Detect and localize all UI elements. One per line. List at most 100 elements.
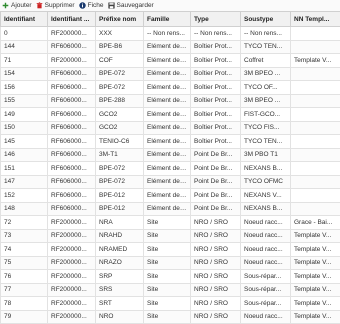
- cell-type[interactable]: Boîtier Prot...: [191, 135, 241, 149]
- cell-famille[interactable]: Elément de ...: [144, 202, 191, 216]
- cell-prefixe-nom[interactable]: GCO2: [96, 121, 144, 135]
- cell-famille[interactable]: Elément de ...: [144, 54, 191, 68]
- cell-nn-template[interactable]: [291, 67, 340, 81]
- cell-nn-template[interactable]: [291, 189, 340, 203]
- cell-nn-template[interactable]: Grace - Bai...: [291, 216, 340, 230]
- cell-nn-template[interactable]: Template V...: [291, 270, 340, 284]
- cell-type[interactable]: NRO / SRO: [191, 270, 241, 284]
- cell-type[interactable]: Boîtier Prot...: [191, 94, 241, 108]
- cell-type[interactable]: Point De Br...: [191, 148, 241, 162]
- cell-identifiant-2[interactable]: RF606000...: [48, 162, 96, 176]
- cell-identifiant[interactable]: 73: [1, 229, 48, 243]
- cell-soustype[interactable]: NEXANS B...: [241, 162, 291, 176]
- cell-identifiant[interactable]: 76: [1, 270, 48, 284]
- table-row[interactable]: 151RF606000...BPE-072Elément de ...Point…: [1, 162, 340, 176]
- cell-prefixe-nom[interactable]: COF: [96, 54, 144, 68]
- cell-identifiant-2[interactable]: RF606000...: [48, 135, 96, 149]
- cell-famille[interactable]: Elément de ...: [144, 175, 191, 189]
- cell-prefixe-nom[interactable]: XXX: [96, 27, 144, 41]
- cell-soustype[interactable]: 3M BPEO ...: [241, 67, 291, 81]
- table-row[interactable]: 0RF200000...XXX -- Non rens...-- Non rens…: [1, 27, 340, 41]
- cell-nn-template[interactable]: [291, 121, 340, 135]
- cell-type[interactable]: Boîtier Prot...: [191, 54, 241, 68]
- cell-identifiant[interactable]: 72: [1, 216, 48, 230]
- column-header-famille[interactable]: Famille: [144, 12, 191, 27]
- cell-identifiant[interactable]: 0: [1, 27, 48, 41]
- cell-nn-template[interactable]: [291, 202, 340, 216]
- cell-identifiant[interactable]: 146: [1, 148, 48, 162]
- cell-type[interactable]: Boîtier Prot...: [191, 67, 241, 81]
- cell-identifiant[interactable]: 155: [1, 94, 48, 108]
- cell-soustype[interactable]: Noeud racc...: [241, 256, 291, 270]
- cell-famille[interactable]: Elément de ...: [144, 148, 191, 162]
- cell-prefixe-nom[interactable]: NRA: [96, 216, 144, 230]
- cell-identifiant-2[interactable]: RF200000...: [48, 243, 96, 257]
- cell-identifiant-2[interactable]: RF200000...: [48, 27, 96, 41]
- cell-famille[interactable]: Elément de ...: [144, 81, 191, 95]
- cell-soustype[interactable]: 3M PBO T1: [241, 148, 291, 162]
- save-button[interactable]: Sauvegarder: [108, 2, 154, 9]
- table-row[interactable]: 71RF200000...COFElément de ...Boîtier Pr…: [1, 54, 340, 68]
- cell-identifiant-2[interactable]: RF200000...: [48, 270, 96, 284]
- cell-soustype[interactable]: TYCO TEN...: [241, 40, 291, 54]
- cell-nn-template[interactable]: [291, 108, 340, 122]
- cell-prefixe-nom[interactable]: 3M-T1: [96, 148, 144, 162]
- add-button[interactable]: Ajouter: [2, 2, 32, 9]
- cell-famille[interactable]: Site: [144, 283, 191, 297]
- table-row[interactable]: 145RF606000...TENIO-C6Elément de ...Boît…: [1, 135, 340, 149]
- cell-identifiant-2[interactable]: RF606000...: [48, 81, 96, 95]
- cell-type[interactable]: Point De Br...: [191, 202, 241, 216]
- cell-famille[interactable]: Site: [144, 310, 191, 324]
- cell-soustype[interactable]: TYCO FIS...: [241, 121, 291, 135]
- cell-nn-template[interactable]: Template V...: [291, 256, 340, 270]
- cell-prefixe-nom[interactable]: BPE-072: [96, 67, 144, 81]
- delete-button[interactable]: Supprimer: [36, 2, 75, 9]
- cell-type[interactable]: -- Non rens...: [191, 27, 241, 41]
- cell-type[interactable]: Point De Br...: [191, 162, 241, 176]
- cell-nn-template[interactable]: [291, 175, 340, 189]
- cell-soustype[interactable]: Noeud racc...: [241, 243, 291, 257]
- column-header-type[interactable]: Type: [191, 12, 241, 27]
- table-row[interactable]: 144RF606000...BPE-B6Elément de ...Boîtie…: [1, 40, 340, 54]
- cell-soustype[interactable]: TYCO OFMC: [241, 175, 291, 189]
- cell-identifiant[interactable]: 147: [1, 175, 48, 189]
- column-header-prefixe-nom[interactable]: Préfixe nom: [96, 12, 144, 27]
- cell-type[interactable]: NRO / SRO: [191, 243, 241, 257]
- cell-identifiant[interactable]: 71: [1, 54, 48, 68]
- table-row[interactable]: 148RF606000...BPE-012Elément de ...Point…: [1, 202, 340, 216]
- cell-soustype[interactable]: TYCO OF...: [241, 81, 291, 95]
- cell-type[interactable]: NRO / SRO: [191, 256, 241, 270]
- cell-identifiant-2[interactable]: RF606000...: [48, 121, 96, 135]
- cell-identifiant-2[interactable]: RF200000...: [48, 310, 96, 324]
- cell-identifiant[interactable]: 152: [1, 189, 48, 203]
- cell-identifiant[interactable]: 145: [1, 135, 48, 149]
- cell-prefixe-nom[interactable]: BPE-012: [96, 189, 144, 203]
- cell-identifiant[interactable]: 154: [1, 67, 48, 81]
- cell-famille[interactable]: Site: [144, 216, 191, 230]
- cell-type[interactable]: Boîtier Prot...: [191, 40, 241, 54]
- cell-famille[interactable]: Elément de ...: [144, 94, 191, 108]
- cell-identifiant[interactable]: 144: [1, 40, 48, 54]
- cell-identifiant[interactable]: 77: [1, 283, 48, 297]
- cell-identifiant-2[interactable]: RF200000...: [48, 54, 96, 68]
- cell-identifiant-2[interactable]: RF200000...: [48, 229, 96, 243]
- cell-prefixe-nom[interactable]: GCO2: [96, 108, 144, 122]
- cell-soustype[interactable]: 3M BPEO ...: [241, 94, 291, 108]
- cell-soustype[interactable]: NEXANS B...: [241, 202, 291, 216]
- cell-identifiant-2[interactable]: RF606000...: [48, 148, 96, 162]
- cell-identifiant-2[interactable]: RF606000...: [48, 175, 96, 189]
- cell-soustype[interactable]: Noeud racc...: [241, 229, 291, 243]
- cell-type[interactable]: NRO / SRO: [191, 229, 241, 243]
- cell-soustype[interactable]: Sous-répar...: [241, 283, 291, 297]
- table-row[interactable]: 155RF606000...BPE-288Elément de ...Boîti…: [1, 94, 340, 108]
- cell-prefixe-nom[interactable]: BPE-B6: [96, 40, 144, 54]
- cell-soustype[interactable]: -- Non rens...: [241, 27, 291, 41]
- cell-famille[interactable]: Site: [144, 256, 191, 270]
- table-row[interactable]: 77RF200000...SRSSiteNRO / SROSous-répar.…: [1, 283, 340, 297]
- table-row[interactable]: 154RF606000...BPE-072Elément de ...Boîti…: [1, 67, 340, 81]
- cell-prefixe-nom[interactable]: BPE-012: [96, 202, 144, 216]
- cell-famille[interactable]: Elément de ...: [144, 162, 191, 176]
- cell-identifiant-2[interactable]: RF200000...: [48, 283, 96, 297]
- cell-type[interactable]: NRO / SRO: [191, 310, 241, 324]
- cell-prefixe-nom[interactable]: BPE-288: [96, 94, 144, 108]
